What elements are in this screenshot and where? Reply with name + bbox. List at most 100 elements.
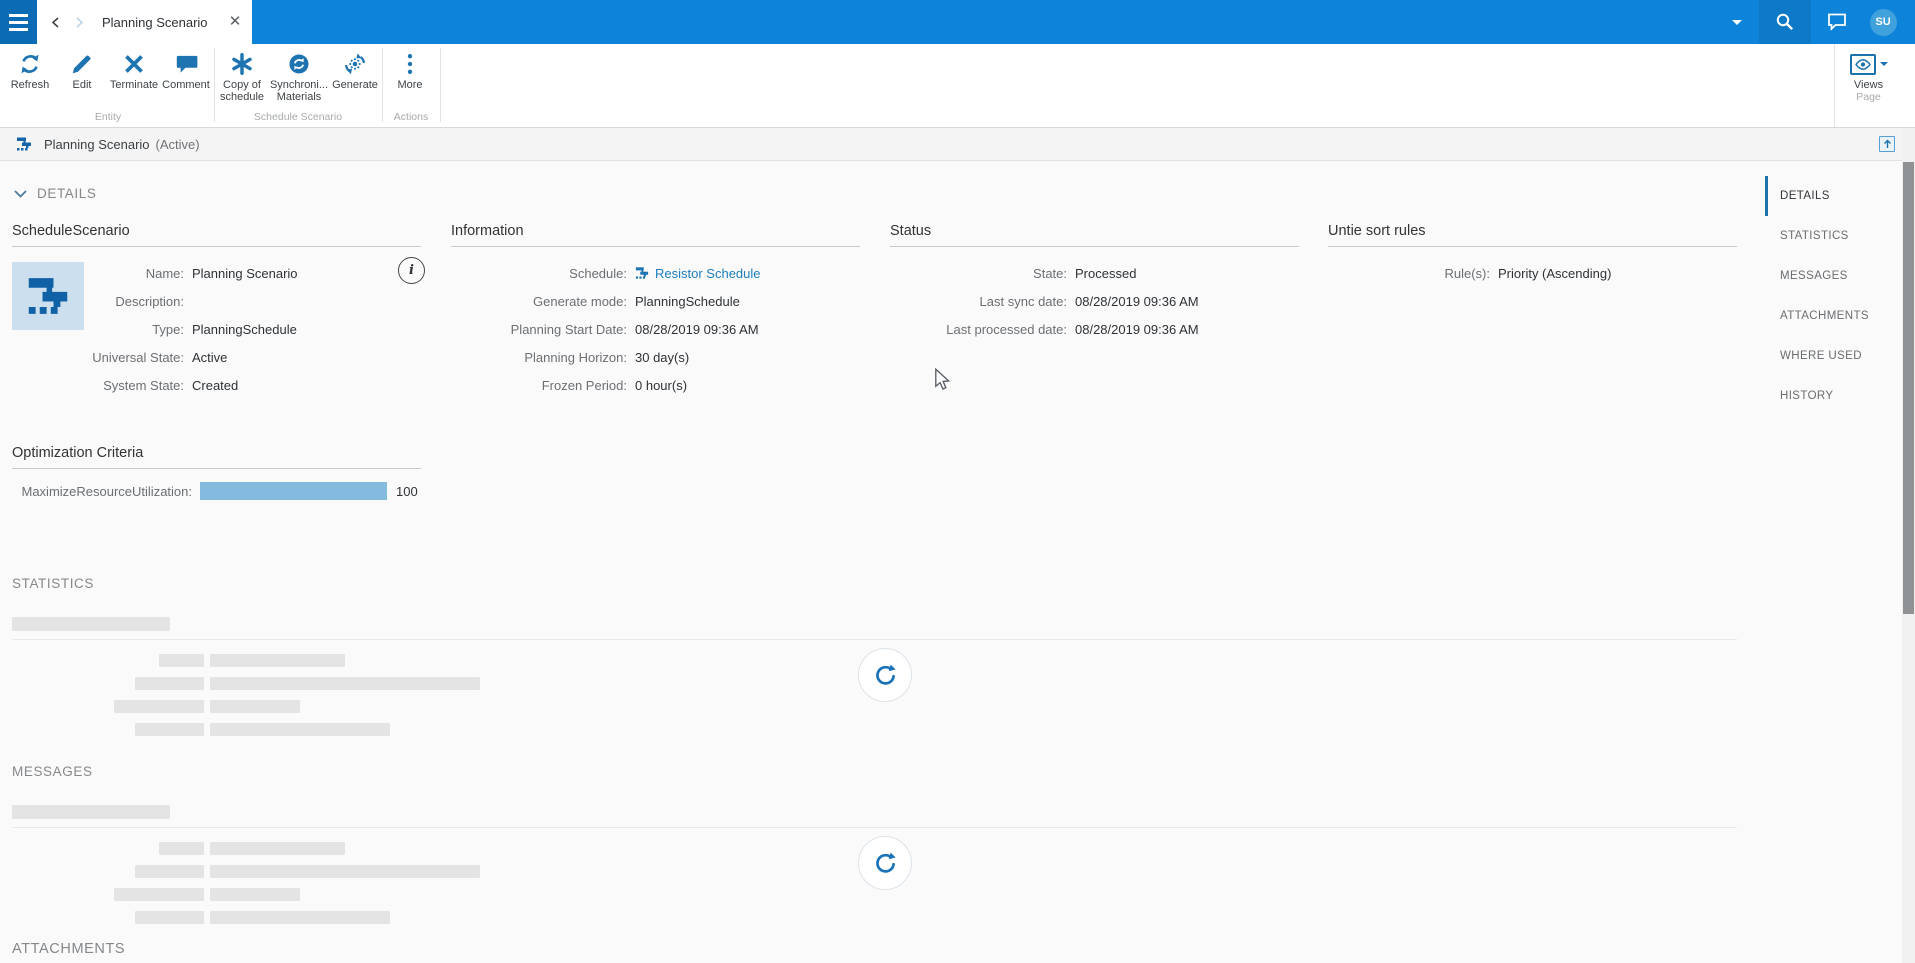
details-section-header[interactable]: DETAILS bbox=[14, 186, 96, 201]
chevron-down-icon bbox=[14, 189, 27, 198]
optimization-row: MaximizeResourceUtilization: 100 bbox=[12, 482, 421, 500]
comment-button[interactable]: Comment bbox=[160, 49, 212, 111]
edit-icon bbox=[69, 49, 95, 79]
group-title: Untie sort rules bbox=[1328, 223, 1737, 247]
divider bbox=[12, 827, 1737, 828]
field-value: Processed bbox=[1075, 265, 1137, 281]
attachments-section: ATTACHMENTS bbox=[12, 941, 1737, 957]
page-title: Planning Scenario bbox=[44, 136, 150, 152]
hamburger-menu-button[interactable] bbox=[0, 0, 37, 44]
loading-refresh-icon[interactable] bbox=[858, 836, 912, 890]
skeleton-bar bbox=[12, 617, 170, 631]
copy-schedule-button[interactable]: Copy of schedule bbox=[216, 49, 268, 111]
more-icon bbox=[397, 49, 423, 79]
field-label: Schedule: bbox=[569, 265, 627, 281]
progress-value: 100 bbox=[396, 483, 418, 499]
edit-button[interactable]: Edit bbox=[56, 49, 108, 111]
more-button[interactable]: More bbox=[384, 49, 436, 111]
side-nav-item-attachments[interactable]: ATTACHMENTS bbox=[1765, 296, 1900, 336]
avatar[interactable]: SU bbox=[1863, 0, 1903, 44]
breadcrumb: Planning Scenario (Active) bbox=[0, 128, 1915, 161]
forward-icon[interactable] bbox=[74, 16, 85, 28]
optimization-criteria-group: Optimization Criteria MaximizeResourceUt… bbox=[12, 445, 421, 500]
field-label: Planning Horizon: bbox=[524, 349, 627, 365]
field-value[interactable]: Resistor Schedule bbox=[635, 266, 761, 281]
side-nav-item-where-used[interactable]: WHERE USED bbox=[1765, 336, 1900, 376]
loading-refresh-icon[interactable] bbox=[858, 648, 912, 702]
field-value: 08/28/2019 09:36 AM bbox=[1075, 293, 1199, 309]
state-badge: (Active) bbox=[155, 136, 200, 152]
synchronize-icon bbox=[286, 49, 312, 79]
field-label: Universal State: bbox=[92, 349, 184, 365]
field-value: 30 day(s) bbox=[635, 349, 690, 365]
field-label: System State: bbox=[103, 377, 184, 393]
search-icon[interactable] bbox=[1759, 0, 1811, 44]
side-nav-item-details[interactable]: DETAILS bbox=[1765, 176, 1900, 216]
schedule-link[interactable]: Resistor Schedule bbox=[635, 266, 761, 281]
close-tab-icon[interactable]: ✕ bbox=[227, 14, 243, 30]
toolbar-button-label: Terminate bbox=[109, 79, 159, 91]
chevron-down-icon[interactable] bbox=[1715, 0, 1759, 44]
group-title: Status bbox=[890, 223, 1299, 247]
field-row: Planning Horizon: 30 day(s) bbox=[451, 343, 860, 371]
back-icon[interactable] bbox=[50, 16, 61, 28]
schedule-scenario-icon bbox=[16, 136, 32, 152]
side-nav-item-statistics[interactable]: STATISTICS bbox=[1765, 216, 1900, 256]
toolbar-button-label: Generate bbox=[332, 79, 378, 91]
comment-icon bbox=[173, 49, 199, 79]
field-value: 08/28/2019 09:36 AM bbox=[1075, 321, 1199, 337]
field-label: Last processed date: bbox=[946, 321, 1067, 337]
toolbar-group-label: Actions bbox=[393, 111, 429, 123]
views-button[interactable]: Views bbox=[1839, 44, 1899, 91]
divider bbox=[12, 639, 1737, 640]
toolbar-group-page: Views Page bbox=[1834, 44, 1902, 127]
field-row: Frozen Period: 0 hour(s) bbox=[451, 371, 860, 399]
schedule-scenario-tile-icon bbox=[12, 262, 84, 330]
chat-icon[interactable] bbox=[1811, 0, 1863, 44]
field-row: Last sync date: 08/28/2019 09:36 AM bbox=[890, 287, 1299, 315]
field-value: Active bbox=[192, 349, 228, 365]
info-icon[interactable]: i bbox=[398, 257, 425, 284]
field-row: Rule(s): Priority (Ascending) bbox=[1328, 259, 1737, 287]
field-label: State: bbox=[1033, 265, 1067, 281]
side-nav-item-messages[interactable]: MESSAGES bbox=[1765, 256, 1900, 296]
eye-icon bbox=[1849, 53, 1876, 75]
field-value: PlanningSchedule bbox=[635, 293, 740, 309]
collapse-panel-icon[interactable] bbox=[1879, 136, 1895, 152]
toolbar-group-label: Schedule Scenario bbox=[253, 111, 343, 123]
field-label: Generate mode: bbox=[533, 293, 627, 309]
toolbar-button-label: Synchroni... Materials bbox=[269, 79, 329, 103]
field-value: PlanningSchedule bbox=[192, 321, 297, 337]
toolbar-separator bbox=[214, 48, 215, 122]
toolbar-separator bbox=[382, 48, 383, 122]
toolbar-group-label: Entity bbox=[94, 111, 122, 123]
scrollbar-thumb[interactable] bbox=[1903, 162, 1914, 614]
messages-section: MESSAGES bbox=[12, 764, 1737, 934]
toolbar-group-schedule-scenario: Copy of schedule Synchroni... Materials Ge… bbox=[216, 44, 380, 127]
refresh-button[interactable]: Refresh bbox=[4, 49, 56, 111]
field-label: MaximizeResourceUtilization: bbox=[21, 483, 193, 499]
schedule-icon bbox=[635, 266, 649, 280]
information-group: Information Schedule: Resistor Schedule Ge… bbox=[451, 223, 860, 399]
chevron-down-icon bbox=[1879, 62, 1888, 66]
open-tab[interactable]: Planning Scenario ✕ bbox=[37, 0, 252, 44]
section-title: ATTACHMENTS bbox=[12, 941, 126, 957]
vertical-scrollbar[interactable] bbox=[1902, 128, 1915, 963]
schedule-scenario-group: ScheduleScenario Name: Planning Scenario D… bbox=[12, 223, 425, 399]
progress-bar bbox=[200, 482, 387, 500]
field-label: Rule(s): bbox=[1444, 265, 1490, 281]
refresh-icon bbox=[17, 49, 43, 79]
synchronize-button[interactable]: Synchroni... Materials bbox=[268, 49, 330, 111]
app-window: Planning Scenario ✕ SU Refresh Edit Termin… bbox=[0, 0, 1915, 963]
field-row: Universal State: Active bbox=[12, 343, 421, 371]
generate-button[interactable]: Generate bbox=[330, 49, 380, 111]
side-nav-item-history[interactable]: HISTORY bbox=[1765, 376, 1900, 416]
field-row: System State: Created bbox=[12, 371, 421, 399]
toolbar-group-entity: Refresh Edit Terminate Comment Entity bbox=[4, 44, 212, 127]
untie-sort-rules-group: Untie sort rules Rule(s): Priority (Ascen… bbox=[1328, 223, 1737, 287]
topbar-actions: SU bbox=[1715, 0, 1903, 44]
section-nav: DETAILS STATISTICS MESSAGES ATTACHMENTS WHER… bbox=[1765, 176, 1900, 416]
field-label: Frozen Period: bbox=[541, 377, 627, 393]
terminate-button[interactable]: Terminate bbox=[108, 49, 160, 111]
toolbar-button-label: More bbox=[397, 79, 423, 91]
